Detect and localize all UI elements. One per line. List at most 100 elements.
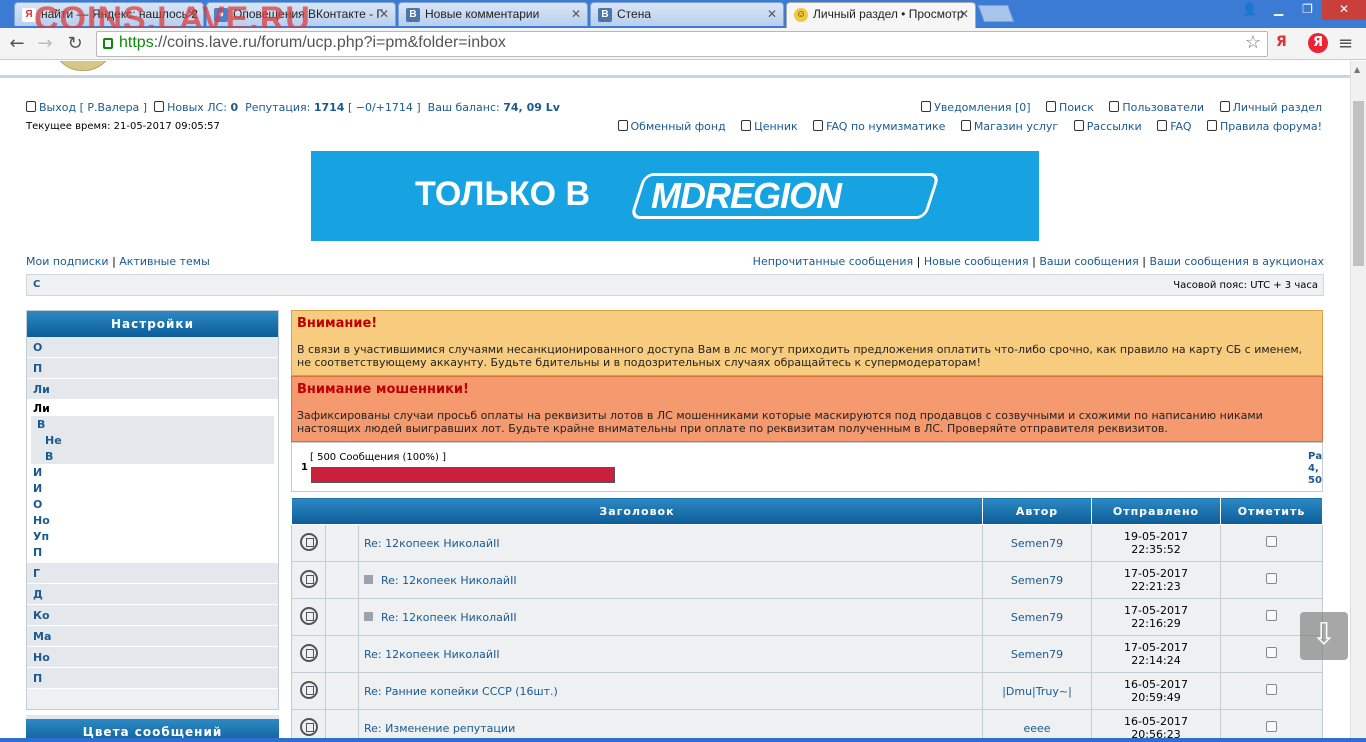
personal-section-link[interactable]: Личный раздел	[1233, 101, 1322, 114]
message-title-link[interactable]: Re: Ранние копейки СССР (16шт.)	[364, 685, 558, 698]
header-links-row2: Обменный фонд Ценник FAQ по нумизматике …	[606, 120, 1322, 133]
sidebar-item[interactable]: П	[27, 668, 278, 689]
message-title-link[interactable]: Re: 12копеек НиколайII	[364, 648, 500, 661]
message-title-link[interactable]: Re: Изменение репутации	[364, 722, 515, 735]
auction-messages-link[interactable]: Ваши сообщения в аукционах	[1149, 255, 1324, 268]
numismatics-faq-link[interactable]: FAQ по нумизматике	[826, 120, 945, 133]
minimize-button[interactable]: ▁	[1264, 0, 1293, 20]
tab-new-comments[interactable]: В Новые комментарии ✕	[398, 2, 588, 26]
submenu-item[interactable]: Но	[27, 512, 278, 528]
table-row[interactable]: Re: 12копеек НиколайII Semen79 17-05-2017 2…	[291, 561, 1323, 599]
submenu-item[interactable]: О	[27, 496, 278, 512]
mailings-link[interactable]: Рассылки	[1087, 120, 1142, 133]
mark-checkbox[interactable]	[1266, 573, 1277, 584]
sidebar-item[interactable]: О	[27, 337, 278, 358]
scroll-up-arrow[interactable]: ▲	[1354, 65, 1360, 74]
notifications-link[interactable]: Уведомления [0]	[934, 101, 1030, 114]
submenu-item[interactable]: И	[27, 464, 278, 480]
new-pm-label[interactable]: Новых ЛС:	[167, 101, 227, 114]
author-link[interactable]: Semen79	[1011, 537, 1063, 550]
sent-date: 17-05-2017	[1124, 604, 1188, 617]
submenu-item[interactable]: И	[27, 480, 278, 496]
mark-checkbox[interactable]	[1266, 721, 1277, 732]
services-shop-link[interactable]: Магазин услуг	[974, 120, 1058, 133]
close-icon[interactable]: ✕	[959, 7, 969, 21]
mark-checkbox[interactable]	[1266, 647, 1277, 658]
author-link[interactable]: Semen79	[1011, 611, 1063, 624]
spacer-cell	[325, 598, 359, 636]
header-links-row1: Уведомления [0] Поиск Пользователи Личны…	[909, 101, 1322, 114]
forward-button[interactable]: →	[34, 33, 56, 55]
scroll-thumb[interactable]	[1353, 101, 1364, 266]
yandex-extension-icon[interactable]: Я	[1276, 34, 1287, 50]
reload-button[interactable]: ↻	[64, 33, 86, 55]
tab-personal-section[interactable]: ☺ Личный раздел • Просмотр ✕	[786, 2, 976, 28]
your-messages-link[interactable]: Ваши сообщения	[1039, 255, 1138, 268]
back-button[interactable]: ←	[6, 33, 28, 55]
scroll-down-button[interactable]: ⇩	[1300, 612, 1348, 660]
sidebar-item[interactable]: П	[27, 358, 278, 379]
site-logo[interactable]	[52, 61, 114, 71]
logout-link[interactable]: Выход [ Р.Валера ]	[39, 101, 147, 114]
sent-date: 17-05-2017	[1124, 567, 1188, 580]
message-read-icon	[299, 680, 318, 699]
author-link[interactable]: |Dmu|Truy~|	[1002, 685, 1072, 698]
table-row[interactable]: Re: 12копеек НиколайII Semen79 17-05-2017 2…	[291, 598, 1323, 636]
submenu-item[interactable]: В	[31, 448, 274, 464]
author-link[interactable]: Semen79	[1011, 574, 1063, 587]
sidebar-item[interactable]: Но	[27, 647, 278, 668]
table-row[interactable]: Re: Ранние копейки СССР (16шт.) |Dmu|Truy…	[291, 672, 1323, 710]
close-window-button[interactable]: ✕	[1322, 0, 1366, 20]
table-row[interactable]: Re: 12копеек НиколайII Semen79 17-05-2017 2…	[291, 635, 1323, 673]
users-link[interactable]: Пользователи	[1122, 101, 1204, 114]
message-read-icon	[299, 569, 318, 588]
ad-banner[interactable]: ТОЛЬКО В MDREGION	[311, 151, 1039, 241]
forum-rules-link[interactable]: Правила форума!	[1220, 120, 1322, 133]
mark-checkbox[interactable]	[1266, 610, 1277, 621]
tab-vk-notifications[interactable]: ● Оповещения ВКонтакте - Г ✕	[206, 2, 396, 26]
submenu-item[interactable]: П	[27, 544, 278, 563]
message-status-cell	[291, 561, 326, 599]
author-link[interactable]: eeee	[1023, 722, 1050, 735]
address-bar[interactable]: https://coins.lave.ru/forum/ucp.php?i=pm…	[96, 31, 1268, 57]
message-title-link[interactable]: Re: 12копеек НиколайII	[381, 611, 517, 624]
faq-link[interactable]: FAQ	[1170, 120, 1191, 133]
page-scrollbar[interactable]: ▲	[1350, 61, 1366, 742]
tab-wall[interactable]: В Стена ✕	[590, 2, 784, 26]
table-row[interactable]: Re: 12копеек НиколайII Semen79 19-05-2017 2…	[291, 524, 1323, 562]
pagination-edge[interactable]: Ра 4, 50	[1308, 451, 1322, 487]
author-link[interactable]: Semen79	[1011, 648, 1063, 661]
sidebar-item[interactable]: Ли	[27, 379, 278, 400]
yandex-browser-icon[interactable]: Я	[1308, 33, 1328, 53]
unread-messages-link[interactable]: Непрочитанные сообщения	[753, 255, 913, 268]
user-icon[interactable]: 👤	[1235, 0, 1264, 20]
sidebar-item[interactable]: Ма	[27, 626, 278, 647]
active-topics-link[interactable]: Активные темы	[119, 255, 210, 268]
tab-yandex[interactable]: Я найти — Яндекс: нашлось 2 ✕	[14, 2, 204, 26]
new-tab-button[interactable]	[977, 5, 1015, 22]
exchange-fund-link[interactable]: Обменный фонд	[631, 120, 726, 133]
submenu-item[interactable]: Уп	[27, 528, 278, 544]
close-icon[interactable]: ✕	[767, 7, 777, 21]
message-title-link[interactable]: Re: 12копеек НиколайII	[381, 574, 517, 587]
price-list-link[interactable]: Ценник	[754, 120, 797, 133]
sidebar-item[interactable]: Д	[27, 584, 278, 605]
sidebar-item[interactable]: Ко	[27, 605, 278, 626]
message-title-link[interactable]: Re: 12копеек НиколайII	[364, 537, 500, 550]
maximize-button[interactable]: ❐	[1293, 0, 1322, 20]
close-icon[interactable]: ✕	[187, 7, 197, 21]
mark-checkbox[interactable]	[1266, 536, 1277, 547]
date-cell: 17-05-2017 22:14:24	[1091, 635, 1221, 673]
breadcrumb[interactable]: С	[33, 279, 40, 290]
submenu-item[interactable]: Не	[31, 432, 274, 448]
menu-icon[interactable]: ≡	[1338, 33, 1353, 54]
sidebar-item[interactable]: Г	[27, 563, 278, 584]
submenu-item[interactable]: В	[31, 416, 274, 432]
my-subscriptions-link[interactable]: Мои подписки	[26, 255, 109, 268]
mark-checkbox[interactable]	[1266, 684, 1277, 695]
search-link[interactable]: Поиск	[1059, 101, 1094, 114]
new-messages-link[interactable]: Новые сообщения	[924, 255, 1029, 268]
bookmark-star-icon[interactable]: ☆	[1245, 32, 1261, 53]
close-icon[interactable]: ✕	[379, 7, 389, 21]
close-icon[interactable]: ✕	[571, 7, 581, 21]
